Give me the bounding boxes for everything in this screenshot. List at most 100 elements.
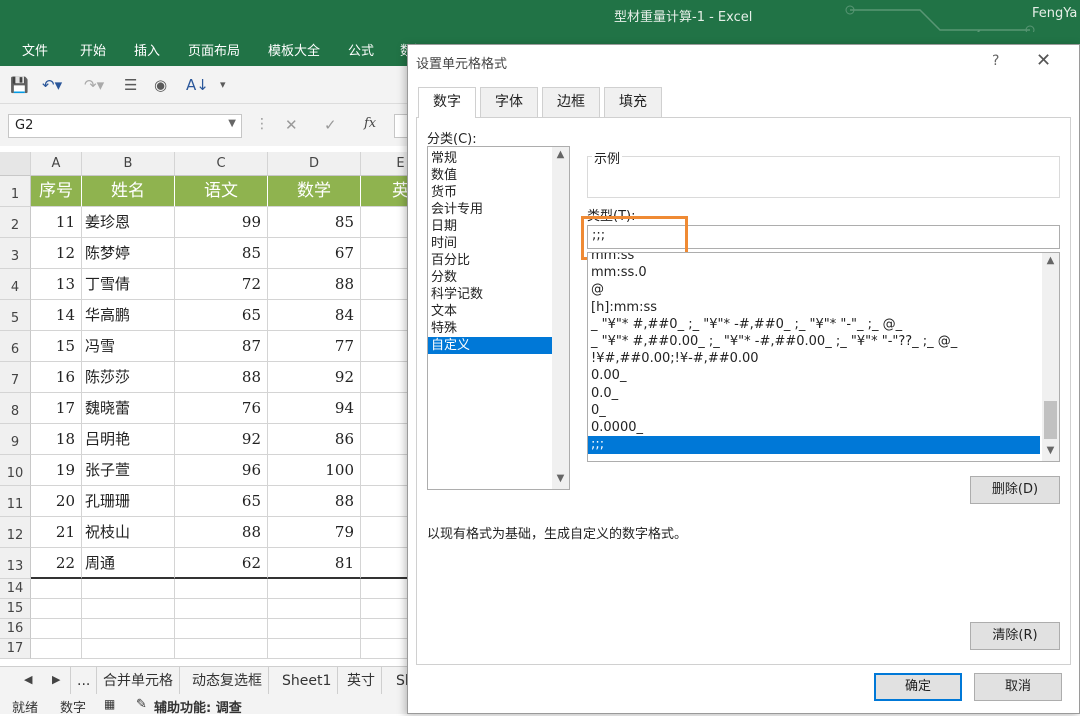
- format-item[interactable]: 0.00_: [588, 367, 1040, 385]
- row-header[interactable]: 15: [0, 599, 31, 619]
- scroll-right-icon[interactable]: ▶: [52, 673, 60, 686]
- format-item[interactable]: ;;;: [588, 436, 1040, 455]
- table-cell[interactable]: 20: [31, 486, 82, 517]
- table-cell[interactable]: 84: [268, 300, 361, 331]
- camera-icon[interactable]: ◉: [154, 76, 167, 94]
- format-item[interactable]: [h]:mm:ss: [588, 299, 1040, 317]
- row-header[interactable]: 5: [0, 300, 31, 331]
- empty-cell[interactable]: [175, 599, 268, 619]
- format-item[interactable]: _ "¥"* #,##0.00_ ;_ "¥"* -#,##0.00_ ;_ "…: [588, 333, 1040, 351]
- table-cell[interactable]: 丁雪倩: [82, 269, 175, 300]
- scroll-up-icon[interactable]: ▲: [552, 149, 569, 160]
- table-cell[interactable]: 65: [175, 486, 268, 517]
- table-cell[interactable]: 陈梦婷: [82, 238, 175, 269]
- sheet-tab-dynamic-checkbox[interactable]: 动态复选框: [186, 667, 269, 695]
- tab-font[interactable]: 字体: [480, 87, 538, 117]
- format-item[interactable]: 0.0000_: [588, 419, 1040, 437]
- table-cell[interactable]: 85: [268, 207, 361, 238]
- table-cell[interactable]: 19: [31, 455, 82, 486]
- format-list[interactable]: mm:ss mm:ss.0 @ [h]:mm:ss _ "¥"* #,##0_ ;_ "…: [587, 252, 1060, 462]
- category-item[interactable]: 文本: [428, 303, 552, 320]
- table-cell[interactable]: 华高鹏: [82, 300, 175, 331]
- category-item[interactable]: 自定义: [428, 337, 552, 354]
- user-name[interactable]: FengYa: [1032, 6, 1077, 21]
- row-header[interactable]: 2: [0, 207, 31, 238]
- row-header[interactable]: 1: [0, 176, 31, 207]
- column-header-d[interactable]: D: [268, 152, 361, 176]
- table-cell[interactable]: 62: [175, 548, 268, 579]
- table-cell[interactable]: 吕明艳: [82, 424, 175, 455]
- enter-icon[interactable]: ✓: [324, 116, 337, 134]
- sort-icon[interactable]: A↓: [186, 76, 209, 94]
- table-cell[interactable]: 13: [31, 269, 82, 300]
- table-cell[interactable]: 12: [31, 238, 82, 269]
- table-cell[interactable]: 陈莎莎: [82, 362, 175, 393]
- empty-cell[interactable]: [31, 639, 82, 659]
- format-item[interactable]: @: [588, 281, 1040, 299]
- table-cell[interactable]: 张子萱: [82, 455, 175, 486]
- empty-cell[interactable]: [268, 619, 361, 639]
- table-cell[interactable]: 100: [268, 455, 361, 486]
- tab-border[interactable]: 边框: [542, 87, 600, 117]
- row-header[interactable]: 16: [0, 619, 31, 639]
- table-cell[interactable]: 15: [31, 331, 82, 362]
- table-cell[interactable]: 14: [31, 300, 82, 331]
- sheet-tab-sheet1[interactable]: Sheet1: [276, 667, 339, 695]
- format-item[interactable]: mm:ss: [588, 253, 1040, 265]
- undo-icon[interactable]: ↶▾: [42, 76, 62, 94]
- splitter-icon[interactable]: ⋮: [255, 116, 269, 132]
- category-item[interactable]: 科学记数: [428, 286, 552, 303]
- scroll-thumb[interactable]: [1044, 401, 1057, 439]
- table-cell[interactable]: 姜珍恩: [82, 207, 175, 238]
- category-item[interactable]: 分数: [428, 269, 552, 286]
- tab-page-layout[interactable]: 页面布局: [188, 40, 240, 59]
- row-header[interactable]: 7: [0, 362, 31, 393]
- sheet-tab-merge-cells[interactable]: 合并单元格: [97, 667, 180, 695]
- format-item[interactable]: 0.0_: [588, 385, 1040, 403]
- form-icon[interactable]: ☰: [124, 76, 137, 94]
- table-cell[interactable]: 21: [31, 517, 82, 548]
- tab-home[interactable]: 开始: [80, 40, 106, 59]
- scroll-left-icon[interactable]: ◀: [24, 673, 32, 686]
- category-item[interactable]: 常规: [428, 150, 552, 167]
- cancel-button[interactable]: 取消: [974, 673, 1062, 701]
- table-cell[interactable]: 祝枝山: [82, 517, 175, 548]
- row-header[interactable]: 12: [0, 517, 31, 548]
- close-icon[interactable]: ✕: [1036, 50, 1051, 71]
- empty-cell[interactable]: [82, 619, 175, 639]
- tab-formulas[interactable]: 公式: [348, 40, 374, 59]
- empty-cell[interactable]: [175, 639, 268, 659]
- accessibility-icon[interactable]: ✎: [136, 697, 147, 712]
- insert-function-icon[interactable]: fx: [364, 116, 376, 131]
- empty-cell[interactable]: [175, 619, 268, 639]
- header-cell[interactable]: 语文: [175, 176, 268, 207]
- table-cell[interactable]: 17: [31, 393, 82, 424]
- table-cell[interactable]: 99: [175, 207, 268, 238]
- chevron-down-icon[interactable]: ▼: [228, 118, 236, 129]
- select-all-corner[interactable]: [0, 152, 31, 176]
- accessibility-status[interactable]: 辅助功能: 调查: [154, 697, 242, 716]
- category-item[interactable]: 日期: [428, 218, 552, 235]
- column-header-a[interactable]: A: [31, 152, 82, 176]
- sheet-tab-inches[interactable]: 英寸: [341, 667, 382, 695]
- table-cell[interactable]: 87: [175, 331, 268, 362]
- row-header[interactable]: 8: [0, 393, 31, 424]
- format-item[interactable]: !¥#,##0.00;!¥-#,##0.00: [588, 350, 1040, 368]
- header-cell[interactable]: 姓名: [82, 176, 175, 207]
- column-header-b[interactable]: B: [82, 152, 175, 176]
- row-header[interactable]: 11: [0, 486, 31, 517]
- empty-cell[interactable]: [268, 639, 361, 659]
- table-cell[interactable]: 18: [31, 424, 82, 455]
- table-cell[interactable]: 72: [175, 269, 268, 300]
- empty-cell[interactable]: [175, 579, 268, 599]
- ok-button[interactable]: 确定: [874, 673, 962, 701]
- table-cell[interactable]: 88: [175, 517, 268, 548]
- redo-icon[interactable]: ↷▾: [84, 76, 104, 94]
- format-item[interactable]: _ "¥"* #,##0_ ;_ "¥"* -#,##0_ ;_ "¥"* "-…: [588, 316, 1040, 334]
- table-cell[interactable]: 76: [175, 393, 268, 424]
- scroll-down-icon[interactable]: ▼: [552, 473, 569, 484]
- scroll-up-icon[interactable]: ▲: [1042, 255, 1059, 266]
- format-item[interactable]: 0_: [588, 402, 1040, 420]
- category-item[interactable]: 特殊: [428, 320, 552, 337]
- macro-record-icon[interactable]: ▦: [104, 697, 115, 711]
